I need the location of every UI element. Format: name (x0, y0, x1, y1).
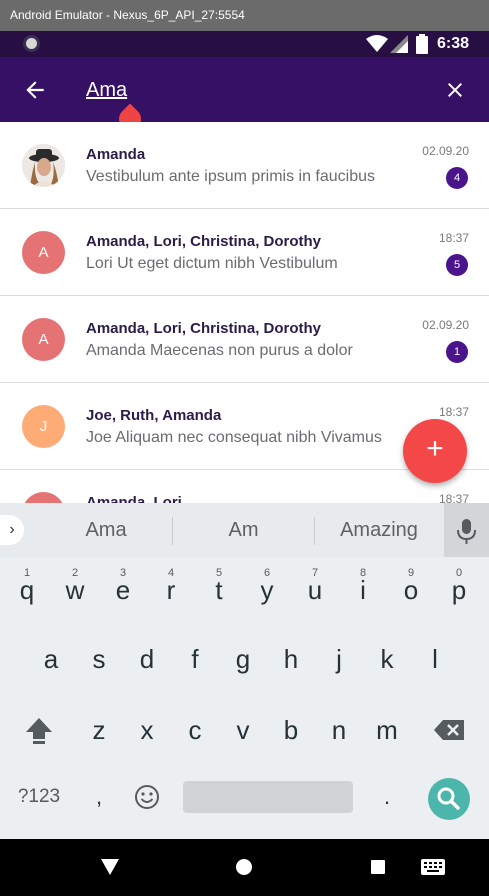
emoji-key[interactable] (123, 769, 171, 825)
suggestion-item[interactable]: Am (173, 503, 314, 557)
close-icon[interactable] (443, 78, 467, 102)
search-action-key[interactable] (428, 778, 470, 820)
key-s[interactable]: s (75, 631, 123, 687)
key-q[interactable]: 1q (3, 562, 51, 618)
emoji-icon (135, 785, 159, 809)
comma-key[interactable]: , (75, 769, 123, 825)
conversation-name: Joe, Ruth, Amanda (86, 407, 222, 424)
avatar: A (22, 318, 65, 361)
keyboard-switch-icon[interactable] (421, 859, 445, 875)
conversation-date: 18:37 (438, 405, 469, 419)
shift-key[interactable] (15, 702, 63, 758)
unread-badge: 5 (446, 254, 468, 276)
conversation-name: Amanda (86, 146, 146, 163)
signal-icon (390, 35, 408, 53)
key-x[interactable]: x (123, 702, 171, 758)
suggestion-item[interactable]: Amazing (315, 503, 443, 557)
conversation-date: 18:37 (438, 231, 469, 245)
avatar (22, 492, 65, 503)
search-input[interactable]: Ama (86, 77, 127, 103)
new-message-fab[interactable]: + (403, 419, 467, 483)
key-u[interactable]: 7u (291, 562, 339, 618)
conversation-date: 18:37 (438, 492, 469, 503)
key-a[interactable]: a (27, 631, 75, 687)
message-preview: Lori Ut eget dictum nibh Vestibulum (86, 255, 338, 272)
microphone-icon (457, 519, 476, 544)
key-n[interactable]: n (315, 702, 363, 758)
search-icon (437, 787, 460, 810)
key-h[interactable]: h (267, 631, 315, 687)
expand-chevron-icon[interactable]: › (0, 515, 24, 545)
message-preview: Amanda Maecenas non purus a dolor (86, 342, 353, 359)
clock: 6:38 (437, 35, 470, 52)
key-j[interactable]: j (315, 631, 363, 687)
back-arrow-icon[interactable] (22, 77, 48, 103)
conversation-row[interactable]: A Amanda, Lori, Christina, Dorothy Lori … (0, 209, 489, 296)
wifi-icon (366, 35, 388, 52)
message-preview: Joe Aliquam nec consequat nibh Vivamus (86, 429, 382, 446)
key-w[interactable]: 2w (51, 562, 99, 618)
avatar: A (22, 231, 65, 274)
message-preview: Vestibulum ante ipsum primis in faucibus (86, 168, 376, 185)
period-key[interactable]: . (363, 769, 411, 825)
unread-badge: 1 (446, 341, 468, 363)
suggestion-item[interactable]: Ama (40, 503, 172, 557)
shift-icon (26, 718, 52, 744)
key-g[interactable]: g (219, 631, 267, 687)
search-app-bar: Ama (0, 57, 489, 122)
suggestion-strip: › Ama Am Amazing (0, 503, 489, 557)
conversation-date: 02.09.20 (422, 144, 469, 158)
backspace-key[interactable] (425, 702, 473, 758)
recents-square-icon[interactable] (371, 860, 385, 874)
key-e[interactable]: 3e (99, 562, 147, 618)
conversation-name: Amanda, Lori (86, 494, 182, 503)
conversation-row[interactable]: Amanda Vestibulum ante ipsum primis in f… (0, 122, 489, 209)
conversation-name: Amanda, Lori, Christina, Dorothy (86, 320, 322, 337)
status-bar: 6:38 (0, 31, 489, 57)
home-circle-icon[interactable] (236, 859, 252, 875)
conversation-name: Amanda, Lori, Christina, Dorothy (86, 233, 322, 250)
backspace-icon (434, 720, 464, 740)
key-y[interactable]: 6y (243, 562, 291, 618)
soft-keyboard: 1q 2w 3e 4r 5t 6y 7u 8i 9o 0p a s d f g … (0, 557, 489, 839)
key-f[interactable]: f (171, 631, 219, 687)
key-c[interactable]: c (171, 702, 219, 758)
conversation-date: 02.09.20 (422, 318, 469, 332)
key-m[interactable]: m (363, 702, 411, 758)
profile-photo (22, 144, 65, 187)
key-p[interactable]: 0p (435, 562, 483, 618)
key-k[interactable]: k (363, 631, 411, 687)
notification-icon (23, 35, 40, 52)
key-v[interactable]: v (219, 702, 267, 758)
space-bar[interactable] (183, 781, 353, 813)
unread-badge: 4 (446, 167, 468, 189)
symbols-key[interactable]: ?123 (12, 769, 66, 825)
key-z[interactable]: z (75, 702, 123, 758)
microphone-button[interactable] (444, 503, 489, 557)
key-l[interactable]: l (411, 631, 459, 687)
avatar: J (22, 405, 65, 448)
battery-icon (416, 34, 428, 54)
key-t[interactable]: 5t (195, 562, 243, 618)
key-b[interactable]: b (267, 702, 315, 758)
window-title: Android Emulator - Nexus_6P_API_27:5554 (0, 0, 489, 31)
conversation-row[interactable]: A Amanda, Lori, Christina, Dorothy Amand… (0, 296, 489, 383)
key-o[interactable]: 9o (387, 562, 435, 618)
system-nav-bar (0, 839, 489, 896)
key-r[interactable]: 4r (147, 562, 195, 618)
key-i[interactable]: 8i (339, 562, 387, 618)
key-d[interactable]: d (123, 631, 171, 687)
avatar (22, 144, 65, 187)
back-triangle-icon[interactable] (101, 859, 119, 875)
